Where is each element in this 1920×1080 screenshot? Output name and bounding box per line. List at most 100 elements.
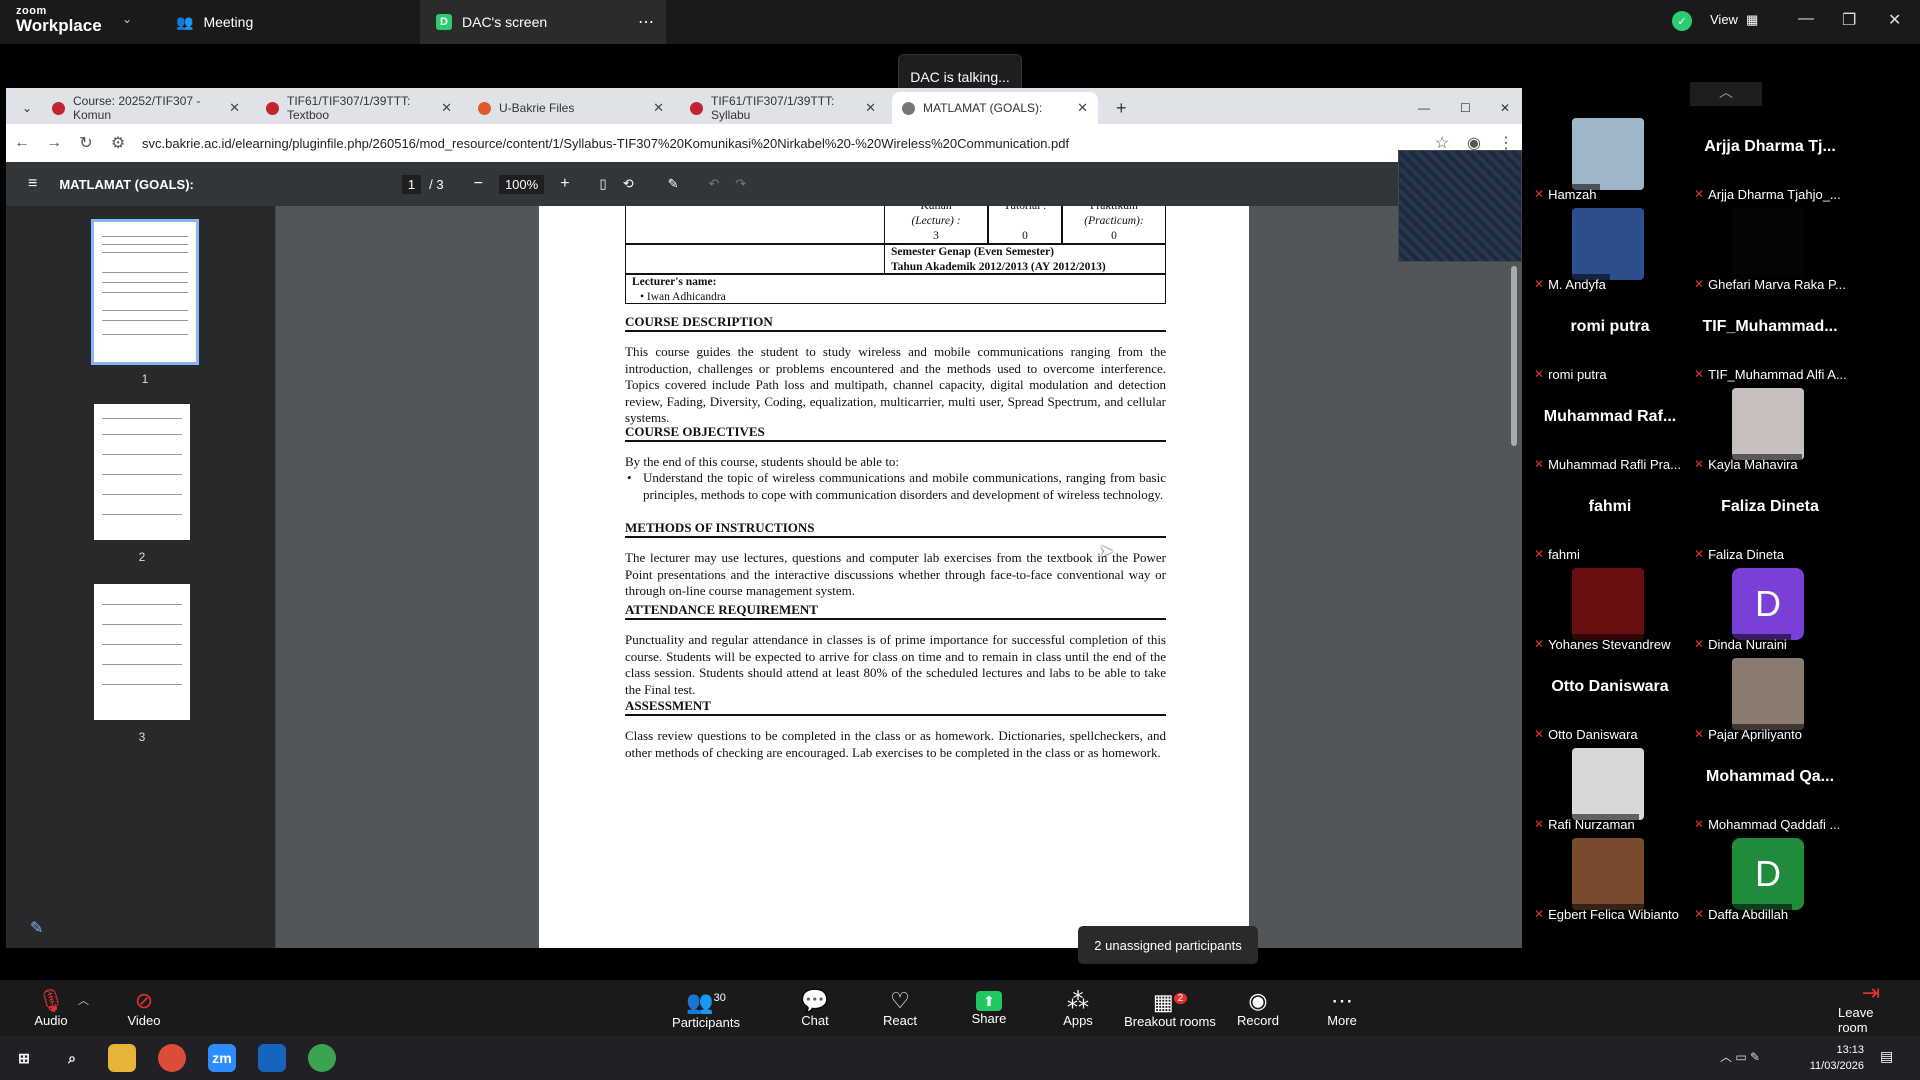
security-shield-icon[interactable]: ✓	[1672, 11, 1692, 31]
tab-close-icon[interactable]: ✕	[865, 100, 876, 116]
fit-page-icon[interactable]: ▯	[600, 176, 607, 192]
section-text: This course guides the student to study …	[625, 344, 1166, 425]
participant-tile[interactable]: ✕ Kayla Mahavira	[1690, 388, 1850, 474]
tab-close-icon[interactable]: ✕	[1077, 100, 1088, 116]
audio-options-icon[interactable]: ︿	[78, 992, 89, 1008]
participant-tile[interactable]: Otto Daniswara ✕ Otto Daniswara	[1530, 658, 1690, 744]
participant-tile[interactable]: Muhammad Raf... ✕ Muhammad Rafli Pra...	[1530, 388, 1690, 474]
participant-name-label: ✕ Dinda Nuraini	[1690, 634, 1791, 654]
share-button[interactable]: ⬆ Share	[968, 980, 1010, 1036]
undo-icon[interactable]: ↶	[709, 176, 720, 192]
redo-icon[interactable]: ↷	[735, 176, 746, 192]
participant-tile[interactable]: Faliza Dineta ✕ Faliza Dineta	[1690, 478, 1850, 564]
file-explorer-icon[interactable]	[108, 1044, 136, 1072]
forward-icon[interactable]: →	[38, 134, 70, 152]
tab-close-icon[interactable]: ✕	[229, 100, 240, 116]
collapse-up-icon[interactable]: ︿	[1690, 82, 1762, 106]
pdf-scrollbar[interactable]	[1511, 266, 1517, 446]
zoom-brand-bottom: Workplace	[16, 16, 102, 35]
chrome-icon[interactable]	[158, 1044, 186, 1072]
record-button[interactable]: ◉ Record	[1236, 980, 1280, 1036]
zoom-out-icon[interactable]: −	[474, 175, 483, 193]
browser-tab[interactable]: U-Bakrie Files ✕	[468, 92, 674, 124]
browser-tab[interactable]: TIF61/TIF307/1/39TTT: Syllabu ✕	[680, 92, 886, 124]
participant-tile[interactable]: ✕ Pajar Apriliyanto	[1690, 658, 1850, 744]
participant-tile[interactable]: ✕ Hamzah	[1530, 118, 1690, 204]
share-badge: D	[436, 14, 452, 30]
restore-icon[interactable]: ❐	[1842, 10, 1856, 30]
table-lecturer-label: Lecturer's name:	[632, 276, 717, 288]
participant-tile[interactable]: Mohammad Qa... ✕ Mohammad Qaddafi ...	[1690, 748, 1850, 834]
rotate-icon[interactable]: ⟲	[623, 176, 634, 192]
zoom-in-icon[interactable]: +	[560, 175, 569, 193]
table-row: Lecturer's name: • Iwan Adhicandra	[625, 274, 1166, 304]
chevron-down-icon[interactable]: ⌄	[122, 12, 132, 26]
tab-close-icon[interactable]: ✕	[653, 100, 664, 116]
page-number-input[interactable]: 1	[401, 174, 422, 194]
browser-tab-active[interactable]: MATLAMAT (GOALS): ✕	[892, 92, 1098, 124]
participant-tile[interactable]: ✕ Egbert Felica Wibianto	[1530, 838, 1690, 924]
video-button[interactable]: ⊘ Video	[118, 980, 170, 1036]
pdf-thumbnail-page-2[interactable]	[94, 404, 190, 540]
tab-shared-screen[interactable]: D DAC's screen ⋯	[420, 0, 666, 44]
notification-icon[interactable]: ▤	[1880, 1048, 1893, 1065]
close-icon[interactable]: ✕	[1888, 10, 1901, 30]
apps-button[interactable]: ⁂ Apps	[1058, 980, 1098, 1036]
unassigned-participants-tooltip[interactable]: 2 unassigned participants	[1078, 926, 1258, 964]
tab-list-icon[interactable]: ⌄	[12, 92, 32, 124]
windows-start-icon[interactable]: ⊞	[10, 1044, 38, 1072]
app-icon[interactable]	[258, 1044, 286, 1072]
more-button[interactable]: ⋯ More	[1322, 980, 1362, 1036]
annotate-icon[interactable]: ✎	[668, 176, 679, 192]
more-options-icon[interactable]: ⋯	[638, 12, 654, 32]
table-kuliah-val: 3	[933, 230, 939, 242]
participant-tile[interactable]: romi putra ✕ romi putra	[1530, 298, 1690, 384]
chat-button[interactable]: 💬 Chat	[795, 980, 835, 1036]
participant-tile[interactable]: D ✕ Daffa Abdillah	[1690, 838, 1850, 924]
zoom-app-icon[interactable]: zm	[208, 1044, 236, 1072]
taskbar-clock[interactable]: 13:13 11/03/2026	[1810, 1042, 1864, 1074]
globe-icon	[902, 101, 915, 115]
site-info-icon[interactable]: ⚙	[102, 133, 134, 153]
participants-button[interactable]: 👥30 Participants	[670, 980, 742, 1036]
system-tray-icons[interactable]: ︿ ▭ ✎	[1720, 1048, 1760, 1065]
pdf-thumbnail-page-1[interactable]	[91, 219, 199, 365]
participant-avatar	[1572, 838, 1644, 910]
participant-tile[interactable]: fahmi ✕ fahmi	[1530, 478, 1690, 564]
hamburger-menu-icon[interactable]: ≡	[28, 175, 37, 193]
chrome-profile-icon[interactable]	[308, 1044, 336, 1072]
pdf-zoom-input[interactable]: 100%	[498, 174, 545, 194]
browser-tab[interactable]: Course: 20252/TIF307 - Komun ✕	[42, 92, 250, 124]
participant-tile[interactable]: TIF_Muhammad... ✕ TIF_Muhammad Alfi A...	[1690, 298, 1850, 384]
audio-button[interactable]: 🎙 Audio	[26, 980, 76, 1036]
participant-tile[interactable]: ✕ M. Andyfa	[1530, 208, 1690, 294]
participant-tile[interactable]: D ✕ Dinda Nuraini	[1690, 568, 1850, 654]
url-field[interactable]: svc.bakrie.ac.id/elearning/pluginfile.ph…	[142, 136, 1069, 151]
browser-tab[interactable]: TIF61/TIF307/1/39TTT: Textboo ✕	[256, 92, 462, 124]
pen-icon[interactable]: ✎	[30, 918, 43, 938]
tab-close-icon[interactable]: ✕	[441, 100, 452, 116]
participant-name-label: ✕ Rafi Nurzaman	[1530, 814, 1639, 834]
floating-video-thumbnail[interactable]	[1398, 150, 1522, 262]
site-favicon-icon	[52, 101, 65, 115]
new-tab-icon[interactable]: +	[1106, 92, 1130, 124]
breakout-rooms-button[interactable]: ▦ 2 Breakout rooms	[1122, 980, 1218, 1036]
search-icon[interactable]: ⌕	[58, 1044, 86, 1072]
pdf-thumbnail-page-3[interactable]	[94, 584, 190, 720]
participant-tile[interactable]: Arjja Dharma Tj... ✕ Arjja Dharma Tjahjo_.…	[1690, 118, 1850, 204]
back-icon[interactable]: ←	[6, 134, 38, 152]
zoom-top-bar: zoom Workplace ⌄ 👥 Meeting D DAC's scree…	[0, 0, 1920, 44]
browser-minimize-icon[interactable]: —	[1408, 92, 1432, 124]
participant-tile[interactable]: ✕ Ghefari Marva Raka P...	[1690, 208, 1850, 294]
minimize-icon[interactable]: —	[1798, 10, 1814, 28]
section-heading: ATTENDANCE REQUIREMENT	[625, 602, 818, 617]
participant-tile[interactable]: ✕ Rafi Nurzaman	[1530, 748, 1690, 834]
browser-maximize-icon[interactable]: ☐	[1450, 92, 1474, 124]
tab-meeting[interactable]: 👥 Meeting	[160, 0, 420, 44]
view-button[interactable]: View ▦	[1710, 12, 1758, 28]
leave-room-button[interactable]: ⇥ Leave room	[1838, 980, 1904, 1036]
participant-tile[interactable]: ✕ Yohanes Stevandrew	[1530, 568, 1690, 654]
react-button[interactable]: ♡ React	[880, 980, 920, 1036]
browser-close-icon[interactable]: ✕	[1490, 92, 1514, 124]
reload-icon[interactable]: ↻	[70, 133, 102, 153]
